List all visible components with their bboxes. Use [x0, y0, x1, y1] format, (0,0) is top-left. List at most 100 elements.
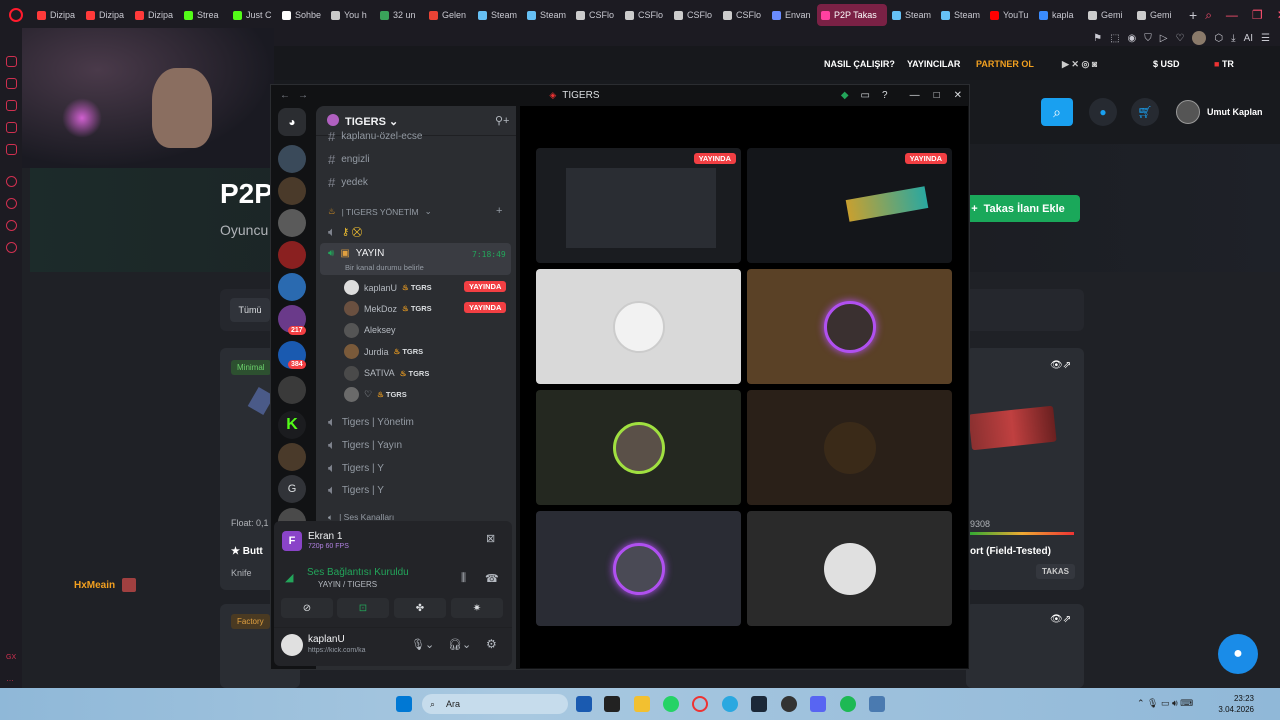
server-icon[interactable]	[278, 273, 306, 301]
windows-start-icon[interactable]	[396, 696, 412, 712]
clock-time[interactable]: 23:23	[1222, 694, 1254, 703]
browser-tab[interactable]: 32 un	[376, 4, 424, 26]
maximize-icon[interactable]: ❐	[1252, 8, 1263, 23]
browser-tab[interactable]: P2P Takas	[817, 4, 887, 26]
settings-icon[interactable]	[6, 242, 17, 253]
camera-icon[interactable]: ◉	[1128, 33, 1137, 44]
participant-tile[interactable]	[747, 390, 952, 505]
server-icon[interactable]	[278, 376, 306, 404]
stream-tile[interactable]: YAYINDA	[536, 148, 741, 263]
close-icon[interactable]: ✕	[954, 90, 962, 101]
browser-tab[interactable]: Just C	[229, 4, 277, 26]
browser-tab[interactable]: Strea	[180, 4, 228, 26]
browser-tab[interactable]: Steam	[523, 4, 571, 26]
play-icon[interactable]: ▷	[1160, 33, 1168, 44]
discord-home-icon[interactable]: ◕	[278, 108, 306, 136]
download-icon[interactable]: ⤓	[1231, 33, 1235, 44]
profile-avatar[interactable]	[1192, 31, 1207, 45]
voice-member[interactable]: Aleksey	[344, 322, 396, 338]
settings-gear-icon[interactable]: ⚙	[486, 637, 497, 651]
language-select[interactable]: ■ TR	[1214, 59, 1234, 69]
browser-tab[interactable]: You h	[327, 4, 375, 26]
add-trade-button[interactable]: + Takas İlanı Ekle	[956, 195, 1080, 222]
voice-channel[interactable]: 🔈︎ Tigers | Y	[328, 460, 384, 476]
home-icon[interactable]	[6, 100, 17, 111]
opera-gx-icon[interactable]	[692, 696, 708, 712]
opera-logo-icon[interactable]	[9, 8, 23, 22]
stop-stream-icon[interactable]: ⊠	[486, 532, 495, 545]
server-icon[interactable]	[278, 145, 306, 173]
ai-button[interactable]: AI	[1244, 33, 1253, 44]
extensions-icon[interactable]: ⬡	[1214, 33, 1223, 44]
live-chat-button[interactable]: ●	[1218, 634, 1258, 674]
browser-tab[interactable]: Gemi	[1133, 4, 1181, 26]
voice-member[interactable]: SATIVA ♨ TGRS	[344, 365, 429, 381]
back-icon[interactable]: ←	[280, 90, 290, 101]
text-channel[interactable]: # kaplanu-özel-ecse	[328, 131, 422, 141]
live-badge[interactable]: YAYINDA	[464, 302, 507, 314]
server-name[interactable]: TIGERS ⌄	[345, 115, 398, 128]
menu-icon[interactable]: ☰	[1261, 33, 1270, 44]
self-name[interactable]: kaplanU	[308, 634, 345, 645]
voice-channel[interactable]: 🔈︎ Tigers | Yayın	[328, 437, 402, 453]
telegram-icon[interactable]	[6, 78, 17, 89]
how-it-works-link[interactable]: NASIL ÇALIŞIR?	[824, 59, 895, 69]
view-icon[interactable]: 👁︎⇗	[1050, 614, 1071, 625]
view-icon[interactable]: 👁︎⇗	[1050, 360, 1071, 371]
shield-icon[interactable]: ⛉	[1144, 33, 1152, 44]
player-icon[interactable]	[6, 176, 17, 187]
browser-tab[interactable]: Steam	[474, 4, 522, 26]
history-icon[interactable]	[6, 198, 17, 209]
tray-icons[interactable]: ⌃ 🎙︎ ▭ 🔊︎ ⌨︎	[1137, 698, 1193, 709]
browser-tab[interactable]: CSFlo	[621, 4, 669, 26]
snapshot-icon[interactable]: ⬚	[1110, 33, 1119, 44]
help-icon[interactable]: ?	[882, 90, 888, 101]
gx-icon[interactable]: GX	[6, 654, 17, 665]
participant-tile[interactable]	[536, 390, 741, 505]
spotify-icon[interactable]	[840, 696, 856, 712]
trade-button[interactable]: TAKAS	[1036, 564, 1075, 579]
messenger-icon[interactable]	[6, 56, 17, 67]
browser-tab[interactable]: Dizipa	[131, 4, 179, 26]
participant-tile[interactable]	[747, 511, 952, 626]
text-channel[interactable]: # engizli	[328, 152, 370, 167]
self-avatar[interactable]	[281, 634, 303, 656]
participant-tile[interactable]	[536, 511, 741, 626]
epic-games-icon[interactable]	[604, 696, 620, 712]
streamers-link[interactable]: YAYINCILAR	[907, 59, 960, 69]
minimize-icon[interactable]: —	[910, 90, 920, 101]
voice-channel[interactable]: 🔈︎ Tigers | Yönetim	[328, 414, 414, 430]
app-icon[interactable]	[869, 696, 885, 712]
new-tab-icon[interactable]: +	[1189, 7, 1197, 23]
microphone-icon[interactable]: 🎙︎⌄	[411, 638, 434, 651]
discord-icon[interactable]	[810, 696, 826, 712]
voice-member[interactable]: kaplanU ♨ TGRS	[344, 280, 432, 295]
site-search-button[interactable]: ⌕	[1041, 98, 1073, 126]
browser-tab[interactable]: Dizipa	[82, 4, 130, 26]
add-member-icon[interactable]: ⚲+	[495, 114, 509, 127]
browser-tab[interactable]: Steam	[888, 4, 936, 26]
bookmarks-icon[interactable]	[6, 220, 17, 231]
category-header[interactable]: 🔈︎ | Ses Kanalları	[328, 513, 394, 521]
minimize-icon[interactable]: —	[1226, 8, 1238, 23]
headphones-icon[interactable]: 🎧︎⌄	[448, 638, 471, 651]
instagram-icon[interactable]	[6, 144, 17, 155]
live-badge[interactable]: YAYINDA	[464, 281, 507, 292]
pin-icon[interactable]: ⚑	[1093, 33, 1102, 44]
noise-suppression-icon[interactable]: ⫼	[461, 572, 466, 585]
server-icon[interactable]	[278, 209, 306, 237]
stream-tile[interactable]: YAYINDA	[747, 148, 952, 263]
connection-status[interactable]: Ses Bağlantısı Kuruldu	[307, 567, 409, 578]
channel-status[interactable]: Bir kanal durumu belirle	[345, 263, 424, 272]
disconnect-icon[interactable]: ☎	[485, 572, 499, 585]
text-channel[interactable]: # yedek	[328, 175, 368, 190]
inbox-icon[interactable]: ▭	[861, 90, 870, 101]
whatsapp-icon[interactable]	[6, 122, 17, 133]
search-tabs-icon[interactable]: ⌕	[1205, 8, 1212, 23]
file-explorer-icon[interactable]	[634, 696, 650, 712]
browser-tab[interactable]: Sohbe	[278, 4, 326, 26]
server-letter-icon[interactable]: G	[278, 475, 306, 503]
taskview-icon[interactable]	[576, 696, 592, 712]
browser-tab[interactable]: Gemi	[1084, 4, 1132, 26]
steam-icon[interactable]	[751, 696, 767, 712]
